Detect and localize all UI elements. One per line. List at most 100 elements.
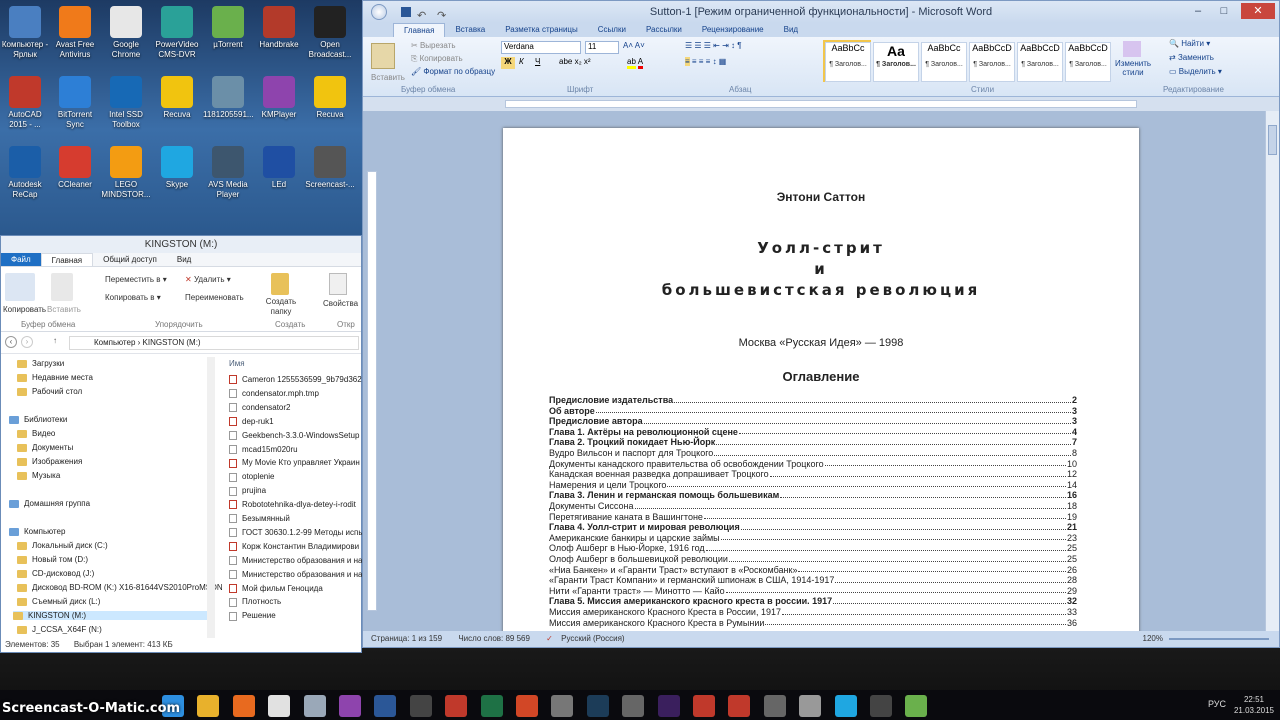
minimize-icon[interactable]: –	[1187, 3, 1209, 19]
toc-entry[interactable]: Глава 5. Миссия американского красного к…	[549, 596, 1077, 607]
bold-button[interactable]: Ж	[501, 57, 515, 69]
select-button[interactable]: ▭ Выделить ▾	[1169, 67, 1222, 76]
language[interactable]: Русский (Россия)	[561, 634, 624, 643]
nav-item[interactable]: J_CCSA_X64F (N:)	[17, 625, 102, 634]
file-row[interactable]: Cameron 1255536599_9b79d362	[229, 375, 362, 385]
toc-entry[interactable]: Документы канадского правительства об ос…	[549, 459, 1077, 470]
proofing-icon[interactable]: ✓	[546, 634, 553, 643]
file-row[interactable]: mcad15m020ru	[229, 445, 298, 454]
desktop-icon[interactable]: LEGO MINDSTOR...	[101, 144, 151, 214]
skype-icon[interactable]	[834, 695, 857, 717]
app-icon[interactable]	[622, 695, 645, 717]
nav-item[interactable]: Домашняя группа	[9, 499, 90, 508]
style-item[interactable]: AaBbCc ¶ Заголов...	[825, 42, 871, 82]
redo-icon[interactable]: ↷	[437, 5, 446, 27]
desktop-icon[interactable]: PowerVideo CMS-DVR	[152, 4, 202, 74]
file-row[interactable]: Решение	[229, 611, 276, 621]
toc-entry[interactable]: Миссия американского Красного Креста в Р…	[549, 618, 1077, 629]
acrobat-icon[interactable]	[728, 695, 751, 717]
nav-item[interactable]: Видео	[17, 429, 55, 438]
address-part-drive[interactable]: KINGSTON (M:)	[143, 338, 201, 347]
underline-button[interactable]: Ч	[535, 57, 540, 66]
tab-insert[interactable]: Вставка	[445, 23, 495, 37]
find-button[interactable]: 🔍 Найти ▾	[1169, 39, 1210, 48]
save-icon[interactable]	[401, 7, 411, 17]
nav-item[interactable]: Съемный диск (L:)	[17, 597, 100, 606]
input-language[interactable]: РУС	[1208, 699, 1226, 709]
toc-entry[interactable]: Перетягивание каната в Вашингтоне 19	[549, 512, 1077, 523]
desktop-icon[interactable]: CCleaner	[50, 144, 100, 214]
toc-entry[interactable]: Олоф Ашберг в Нью-Йорке, 1916 год 25	[549, 543, 1077, 554]
nav-scrollbar[interactable]	[207, 357, 215, 642]
desktop-icon[interactable]: Skype	[152, 144, 202, 214]
nav-item[interactable]: Документы	[17, 443, 73, 452]
app3-icon[interactable]	[870, 695, 892, 717]
nav-item[interactable]: Изображения	[17, 457, 82, 466]
kmplayer-icon[interactable]	[339, 695, 361, 717]
file-row[interactable]: My Movie Кто управляет Украин	[229, 458, 360, 468]
toc-entry[interactable]: Документы Сиссона 18	[549, 501, 1077, 512]
move-to-button[interactable]: Переместить в ▾	[105, 275, 167, 284]
desktop-icon[interactable]: Компьютер - Ярлык	[0, 4, 50, 74]
nav-item[interactable]: Компьютер	[9, 527, 65, 536]
undo-icon[interactable]: ↶	[417, 5, 426, 27]
paste-button[interactable]: Вставить	[47, 305, 81, 314]
tab-share[interactable]: Общий доступ	[93, 253, 167, 266]
nav-item[interactable]: CD-дисковод (J:)	[17, 569, 94, 578]
zoom-level[interactable]: 120%	[1143, 631, 1163, 647]
toc-entry[interactable]: «Ниа Банкен» и «Гаранти Траст» вступают …	[549, 565, 1077, 576]
desktop-icon[interactable]: Recuva	[305, 74, 355, 144]
rename-button[interactable]: Переименовать	[185, 293, 244, 302]
file-row[interactable]: Плотность	[229, 597, 281, 607]
file-row[interactable]: condensator2	[229, 403, 290, 413]
copy-to-button[interactable]: Копировать в ▾	[105, 293, 161, 302]
tab-page-layout[interactable]: Разметка страницы	[495, 23, 588, 37]
document-page[interactable]: Энтони Саттон Уолл-стрит и большевистска…	[503, 128, 1139, 631]
toc-entry[interactable]: Глава 4. Уолл-стрит и мировая революция 2…	[549, 522, 1077, 533]
nav-item[interactable]: Библиотеки	[9, 415, 67, 424]
excel-icon[interactable]	[480, 695, 503, 717]
desktop-icon[interactable]: Autodesk ReCap	[0, 144, 50, 214]
align-buttons[interactable]: ≡ ≡ ≡ ≡ ↕ ▦	[685, 57, 726, 66]
toc-entry[interactable]: Олоф Ашберг в большевицкой революции 25	[549, 554, 1077, 565]
vertical-scrollbar[interactable]	[1265, 111, 1279, 631]
grow-font-button[interactable]: A˄ A˅	[623, 41, 645, 50]
toc-entry[interactable]: Предисловие автора 3	[549, 416, 1077, 427]
tab-home[interactable]: Главная	[40, 253, 94, 266]
scroll-thumb[interactable]	[1268, 125, 1277, 155]
zoom-slider[interactable]	[1169, 638, 1269, 640]
toc-entry[interactable]: Миссия американского Красного Креста в Р…	[549, 607, 1077, 618]
file-icon[interactable]	[303, 695, 326, 717]
list-buttons[interactable]: ☰ ☰ ☰ ⇤ ⇥ ↕ ¶	[685, 41, 742, 50]
word-icon[interactable]	[374, 695, 397, 717]
autocad-icon[interactable]	[693, 695, 715, 717]
highlight-button[interactable]: ab A	[627, 57, 644, 69]
desktop-icon[interactable]: Screencast-...	[305, 144, 355, 214]
word-count[interactable]: Число слов: 89 569	[458, 634, 530, 643]
desktop-icon[interactable]: KMPlayer	[254, 74, 304, 144]
desktop-icon[interactable]: LEd	[254, 144, 304, 214]
nav-item[interactable]: Недавние места	[17, 373, 93, 382]
font-size-select[interactable]: 11	[585, 41, 619, 54]
nav-item[interactable]: Загрузки	[17, 359, 64, 368]
desktop-icon[interactable]: Intel SSD Toolbox	[101, 74, 151, 144]
file-row[interactable]: prujina	[229, 486, 266, 496]
app2-icon[interactable]	[763, 695, 786, 717]
file-row[interactable]: condensator.mph.tmp	[229, 389, 319, 399]
replace-button[interactable]: ⇄ Заменить	[1169, 53, 1214, 62]
style-item[interactable]: AaBbCcD ¶ Заголов...	[969, 42, 1015, 82]
style-item[interactable]: AaBbCcD ¶ Заголов...	[1065, 42, 1111, 82]
file-row[interactable]: Безымянный	[229, 514, 290, 524]
address-input[interactable]: Компьютер › KINGSTON (M:)	[69, 336, 359, 350]
toc-entry[interactable]: Намерения и цели Троцкого 14	[549, 480, 1077, 491]
tab-review[interactable]: Рецензирование	[692, 23, 774, 37]
nav-item[interactable]: Музыка	[17, 471, 60, 480]
delete-button[interactable]: ✕ Удалить ▾	[185, 275, 231, 284]
page-count[interactable]: Страница: 1 из 159	[371, 634, 442, 643]
nav-item[interactable]: Новый том (D:)	[17, 555, 88, 564]
copy-button[interactable]: Копировать	[3, 305, 46, 314]
paste-button[interactable]: Вставить	[371, 73, 405, 82]
new-folder-button[interactable]: Создать папку	[263, 297, 299, 317]
toc-entry[interactable]: Американские банкиры и царские займы 23	[549, 533, 1077, 544]
nav-item[interactable]: Рабочий стол	[17, 387, 82, 396]
